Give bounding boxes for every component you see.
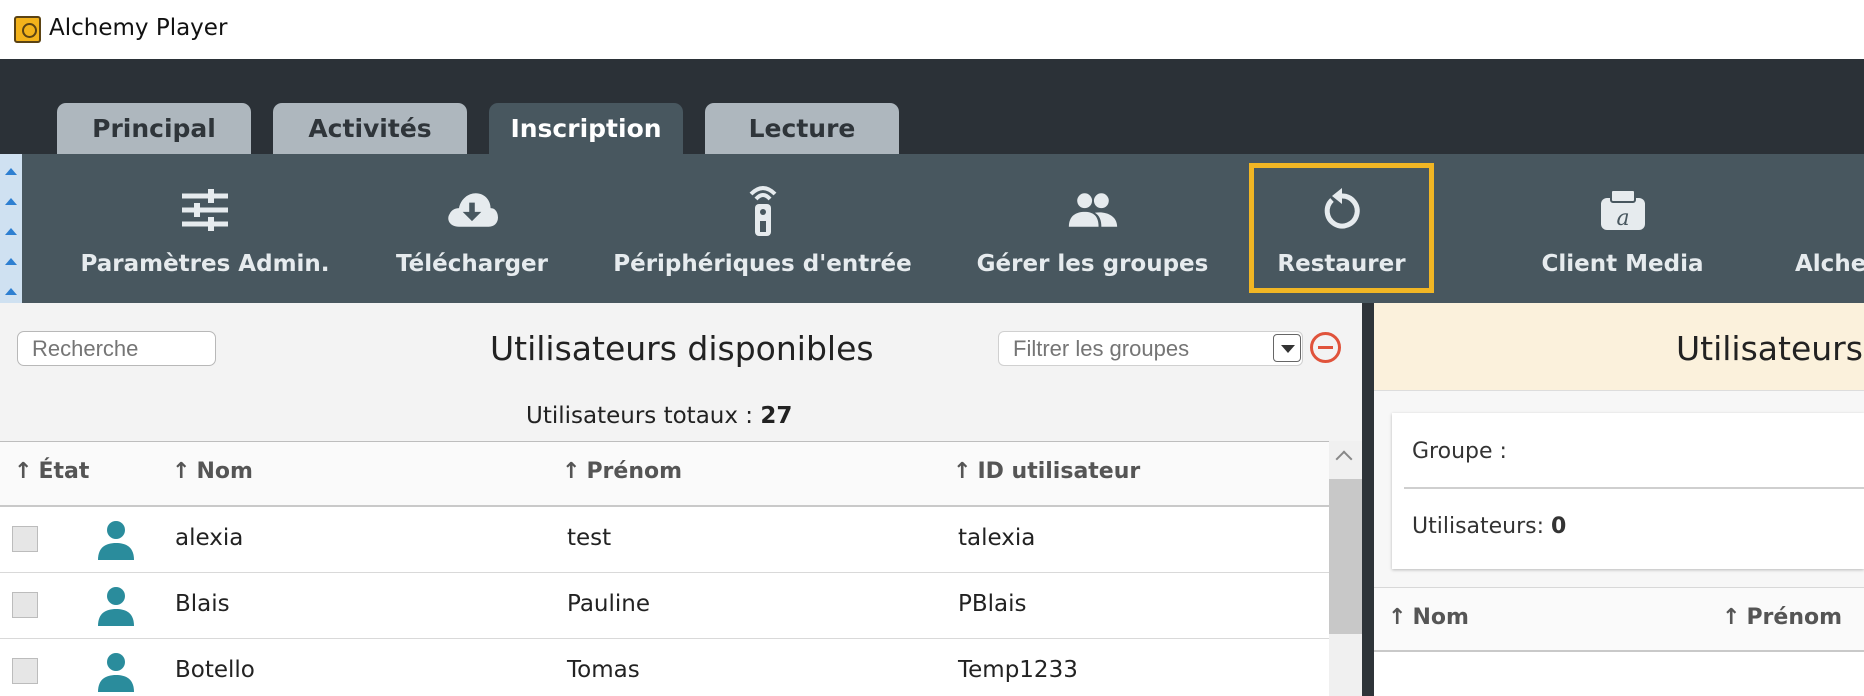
column-header-user-id[interactable]: ↑ ID utilisateur bbox=[953, 459, 1140, 484]
sort-arrow-icon: ↑ bbox=[1388, 605, 1407, 630]
client-media-button[interactable]: a Client Media bbox=[1540, 154, 1705, 303]
table-scrollbar[interactable] bbox=[1329, 441, 1362, 696]
scroll-up-icon bbox=[5, 198, 17, 205]
user-icon bbox=[98, 521, 134, 560]
group-users-table-header: ↑ Nom ↑ Prénom bbox=[1374, 587, 1864, 652]
app-logo-icon bbox=[14, 16, 41, 43]
search-input[interactable] bbox=[17, 331, 216, 366]
row-checkbox[interactable] bbox=[12, 592, 38, 618]
remove-filter-icon[interactable] bbox=[1310, 332, 1341, 363]
group-divider bbox=[1404, 487, 1864, 489]
group-users-header: Utilisateurs bbox=[1374, 303, 1864, 391]
table-row[interactable]: Botello Tomas Temp1233 bbox=[0, 639, 1329, 696]
table-row[interactable]: alexia test talexia bbox=[0, 507, 1329, 573]
scrollbar-thumb[interactable] bbox=[1329, 479, 1362, 634]
available-users-table: ↑ État ↑ Nom ↑ Prénom ↑ ID utilisateur alexi… bbox=[0, 441, 1329, 696]
total-users-value: 27 bbox=[760, 403, 793, 429]
group-users-count-label: Utilisateurs: bbox=[1412, 514, 1545, 539]
group-icon bbox=[1067, 184, 1119, 236]
media-client-icon: a bbox=[1597, 184, 1649, 236]
cell-user-id: talexia bbox=[958, 525, 1036, 551]
toolbar-scroll-strip[interactable] bbox=[0, 154, 22, 303]
scroll-up-arrow-icon[interactable] bbox=[1335, 450, 1353, 468]
client-media-label: Client Media bbox=[1541, 251, 1704, 277]
sort-arrow-icon: ↑ bbox=[1722, 605, 1741, 630]
tab-activites[interactable]: Activités bbox=[273, 103, 467, 154]
manage-groups-label: Gérer les groupes bbox=[976, 251, 1209, 277]
chevron-down-icon[interactable] bbox=[1273, 334, 1301, 362]
total-users-line: Utilisateurs totaux : 27 bbox=[526, 403, 792, 429]
tab-principal[interactable]: Principal bbox=[57, 103, 251, 154]
svg-text:a: a bbox=[1616, 206, 1629, 231]
tab-bar: Principal Activités Inscription Lecture bbox=[0, 59, 1864, 154]
cell-nom: Botello bbox=[175, 657, 255, 683]
group-users-count-value: 0 bbox=[1551, 514, 1567, 539]
sort-arrow-icon: ↑ bbox=[562, 459, 581, 484]
group-users-table-body bbox=[1374, 652, 1864, 696]
alchemy-icon bbox=[1795, 184, 1847, 236]
input-devices-button[interactable]: Périphériques d'entrée bbox=[613, 154, 912, 303]
row-checkbox[interactable] bbox=[12, 658, 38, 684]
row-checkbox[interactable] bbox=[12, 526, 38, 552]
available-users-panel: Utilisateurs disponibles Utilisateurs to… bbox=[0, 303, 1362, 696]
column-header-nom[interactable]: ↑ Nom bbox=[172, 459, 253, 484]
cell-nom: Blais bbox=[175, 591, 230, 617]
cell-user-id: PBlais bbox=[958, 591, 1027, 617]
ribbon-toolbar: Paramètres Admin. Télécharger Périphériq… bbox=[0, 154, 1864, 303]
group-filter-input[interactable] bbox=[998, 331, 1303, 366]
manage-groups-button[interactable]: Gérer les groupes bbox=[977, 154, 1208, 303]
column-header-prenom[interactable]: ↑ Prénom bbox=[1722, 605, 1842, 630]
scroll-up-icon bbox=[5, 168, 17, 175]
group-users-count: Utilisateurs: 0 bbox=[1412, 514, 1566, 539]
title-bar: Alchemy Player bbox=[0, 0, 1864, 59]
total-users-label: Utilisateurs totaux : bbox=[526, 403, 754, 429]
alchemy-label: Alcher bbox=[1795, 251, 1864, 277]
cell-user-id: Temp1233 bbox=[958, 657, 1078, 683]
group-info-card: Groupe : Utilisateurs: 0 bbox=[1392, 413, 1864, 569]
column-header-etat[interactable]: ↑ État bbox=[14, 459, 89, 484]
cloud-download-icon bbox=[446, 184, 498, 236]
column-header-prenom[interactable]: ↑ Prénom bbox=[562, 459, 682, 484]
download-button[interactable]: Télécharger bbox=[392, 154, 552, 303]
tab-inscription[interactable]: Inscription bbox=[489, 103, 683, 154]
scroll-up-icon bbox=[5, 228, 17, 235]
scroll-up-icon bbox=[5, 288, 17, 295]
panel-splitter[interactable] bbox=[1362, 303, 1374, 696]
sort-arrow-icon: ↑ bbox=[14, 459, 33, 484]
cell-prenom: test bbox=[567, 525, 612, 551]
admin-settings-button[interactable]: Paramètres Admin. bbox=[80, 154, 330, 303]
scroll-up-icon bbox=[5, 258, 17, 265]
group-label: Groupe : bbox=[1412, 439, 1507, 464]
available-users-title: Utilisateurs disponibles bbox=[490, 329, 874, 368]
user-icon bbox=[98, 587, 134, 626]
group-users-title: Utilisateurs bbox=[1676, 329, 1863, 368]
input-devices-label: Périphériques d'entrée bbox=[613, 251, 912, 277]
user-icon bbox=[98, 653, 134, 692]
window-title: Alchemy Player bbox=[49, 15, 228, 41]
group-users-panel: Utilisateurs Groupe : Utilisateurs: 0 ↑ N… bbox=[1374, 303, 1864, 696]
table-row[interactable]: Blais Pauline PBlais bbox=[0, 573, 1329, 639]
sort-arrow-icon: ↑ bbox=[953, 459, 972, 484]
admin-settings-label: Paramètres Admin. bbox=[80, 251, 330, 277]
cell-prenom: Pauline bbox=[567, 591, 651, 617]
table-header: ↑ État ↑ Nom ↑ Prénom ↑ ID utilisateur bbox=[0, 442, 1329, 507]
sliders-icon bbox=[179, 184, 231, 236]
column-header-nom[interactable]: ↑ Nom bbox=[1388, 605, 1469, 630]
sort-arrow-icon: ↑ bbox=[172, 459, 191, 484]
cell-prenom: Tomas bbox=[567, 657, 640, 683]
tab-lecture[interactable]: Lecture bbox=[705, 103, 899, 154]
restore-highlight-frame bbox=[1249, 163, 1434, 293]
cell-nom: alexia bbox=[175, 525, 244, 551]
remote-control-icon bbox=[737, 184, 789, 236]
alchemy-button[interactable]: Alcher bbox=[1795, 154, 1864, 303]
download-label: Télécharger bbox=[396, 251, 548, 277]
